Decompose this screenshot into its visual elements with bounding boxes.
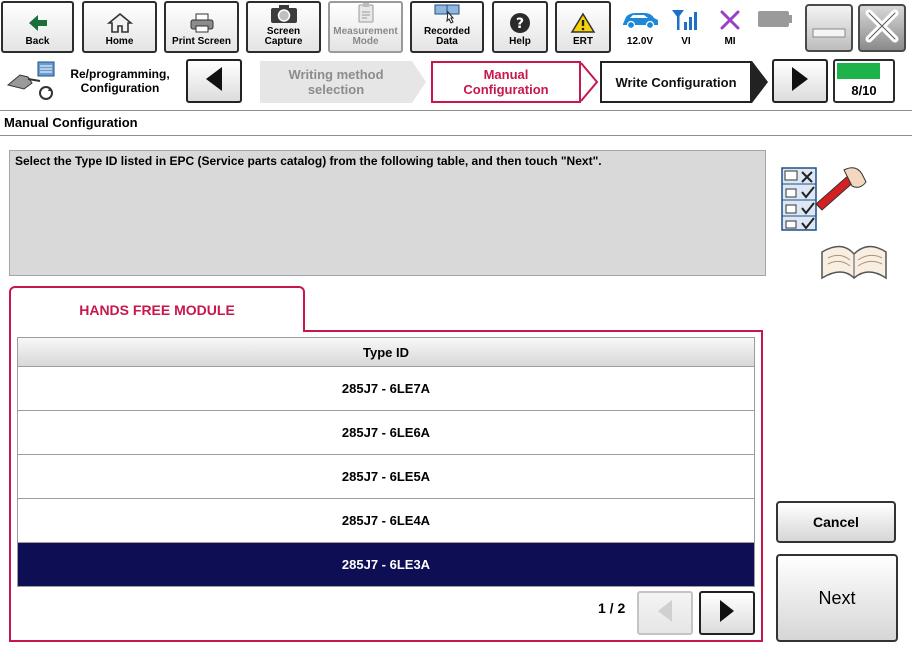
ert-button[interactable]: ERT — [555, 1, 611, 53]
triangle-left-icon — [202, 65, 226, 98]
step-separator-2 — [581, 62, 599, 102]
page-title: Manual Configuration — [0, 110, 912, 136]
step-separator-1 — [412, 61, 426, 103]
svg-text:?: ? — [516, 16, 524, 32]
table-row[interactable]: 285J7 - 6LE5A — [17, 455, 755, 499]
camera-icon — [269, 3, 299, 24]
print-screen-label: Print Screen — [172, 36, 231, 47]
type-id-table: Type ID 285J7 - 6LE7A 285J7 - 6LE6A 285J… — [17, 337, 755, 587]
recorded-data-button[interactable]: Recorded Data — [410, 1, 484, 53]
table-row[interactable]: 285J7 - 6LE3A — [17, 543, 755, 587]
back-arrow-icon — [23, 12, 53, 34]
battery-voltage-label: 12.0V — [626, 36, 654, 47]
step-writing-method-selection: Writing method selection — [260, 61, 412, 103]
x-mark-icon — [719, 7, 741, 33]
cancel-label: Cancel — [813, 514, 859, 530]
toolbar: Back Home Print Screen Screen Capture Me… — [0, 0, 912, 56]
page-next-button[interactable] — [699, 591, 755, 635]
back-button[interactable]: Back — [1, 1, 74, 53]
step-1-label-2: selection — [307, 82, 365, 97]
step-forward-button[interactable] — [772, 59, 828, 103]
next-label: Next — [818, 587, 856, 608]
table-row[interactable]: 285J7 - 6LE4A — [17, 499, 755, 543]
measurement-mode-button: Measurement Mode — [328, 1, 403, 53]
battery-icon — [757, 10, 793, 33]
progress-bar-fill — [837, 63, 880, 79]
step-separator-3 — [752, 61, 768, 103]
mode-label-line-1: Re/programming, — [70, 67, 170, 81]
home-label: Home — [105, 36, 134, 47]
cancel-button[interactable]: Cancel — [776, 501, 896, 543]
back-label: Back — [25, 36, 50, 47]
printer-icon — [187, 12, 217, 34]
step-progress: 8/10 — [833, 59, 895, 103]
mi-label: MI — [724, 36, 736, 47]
car-icon — [620, 7, 660, 33]
progress-text: 8/10 — [851, 83, 877, 98]
warning-icon — [568, 12, 598, 34]
step-bar: Re/programming, Configuration Writing me… — [0, 57, 912, 109]
print-screen-button[interactable]: Print Screen — [164, 1, 239, 53]
screen-capture-label-2: Capture — [264, 36, 303, 47]
step-2-label-1: Manual — [483, 67, 529, 82]
instruction-text: Select the Type ID listed in EPC (Servic… — [9, 150, 766, 276]
triangle-right-icon — [716, 598, 738, 629]
tab-join — [11, 328, 303, 332]
recorded-data-icon — [432, 2, 462, 24]
vi-status: VI — [664, 4, 708, 50]
house-icon — [105, 12, 135, 34]
mode-label: Re/programming, Configuration — [62, 67, 178, 95]
screen-capture-button[interactable]: Screen Capture — [246, 1, 321, 53]
ert-label: ERT — [573, 36, 593, 47]
step-3-label: Write Configuration — [615, 74, 737, 90]
step-1-label-1: Writing method — [288, 67, 384, 82]
table-header: Type ID — [17, 337, 755, 367]
step-back-button[interactable] — [186, 59, 242, 103]
step-2-label-2: Configuration — [463, 82, 549, 97]
close-icon — [863, 7, 901, 50]
minimize-button[interactable] — [805, 4, 853, 52]
triangle-right-icon — [788, 65, 812, 98]
triangle-left-icon — [654, 598, 676, 629]
measurement-label-2: Mode — [352, 36, 379, 47]
help-icon: ? — [505, 12, 535, 34]
clipboard-icon — [351, 2, 381, 24]
signal-icon — [670, 7, 702, 33]
reprogramming-icon — [4, 59, 58, 103]
checklist-book-icon — [780, 160, 890, 280]
table-row[interactable]: 285J7 - 6LE6A — [17, 411, 755, 455]
help-button[interactable]: ? Help — [492, 1, 548, 53]
step-write-configuration: Write Configuration — [600, 61, 752, 103]
page-indicator: 1 / 2 — [598, 600, 626, 616]
tab-hands-free-module[interactable]: HANDS FREE MODULE — [9, 286, 305, 332]
vi-label: VI — [681, 36, 691, 47]
page-prev-button — [637, 591, 693, 635]
home-button[interactable]: Home — [82, 1, 157, 53]
mi-status: MI — [708, 4, 752, 50]
recorded-data-label-2: Data — [436, 36, 458, 47]
help-label: Help — [509, 36, 531, 47]
next-button[interactable]: Next — [776, 554, 898, 642]
tab-label: HANDS FREE MODULE — [79, 302, 235, 318]
minimize-icon — [811, 11, 847, 46]
close-button[interactable] — [858, 4, 906, 52]
battery-voltage-status: 12.0V — [618, 4, 662, 50]
table-row[interactable]: 285J7 - 6LE7A — [17, 367, 755, 411]
mode-label-line-2: Configuration — [80, 81, 160, 95]
step-manual-configuration: Manual Configuration — [431, 61, 581, 103]
